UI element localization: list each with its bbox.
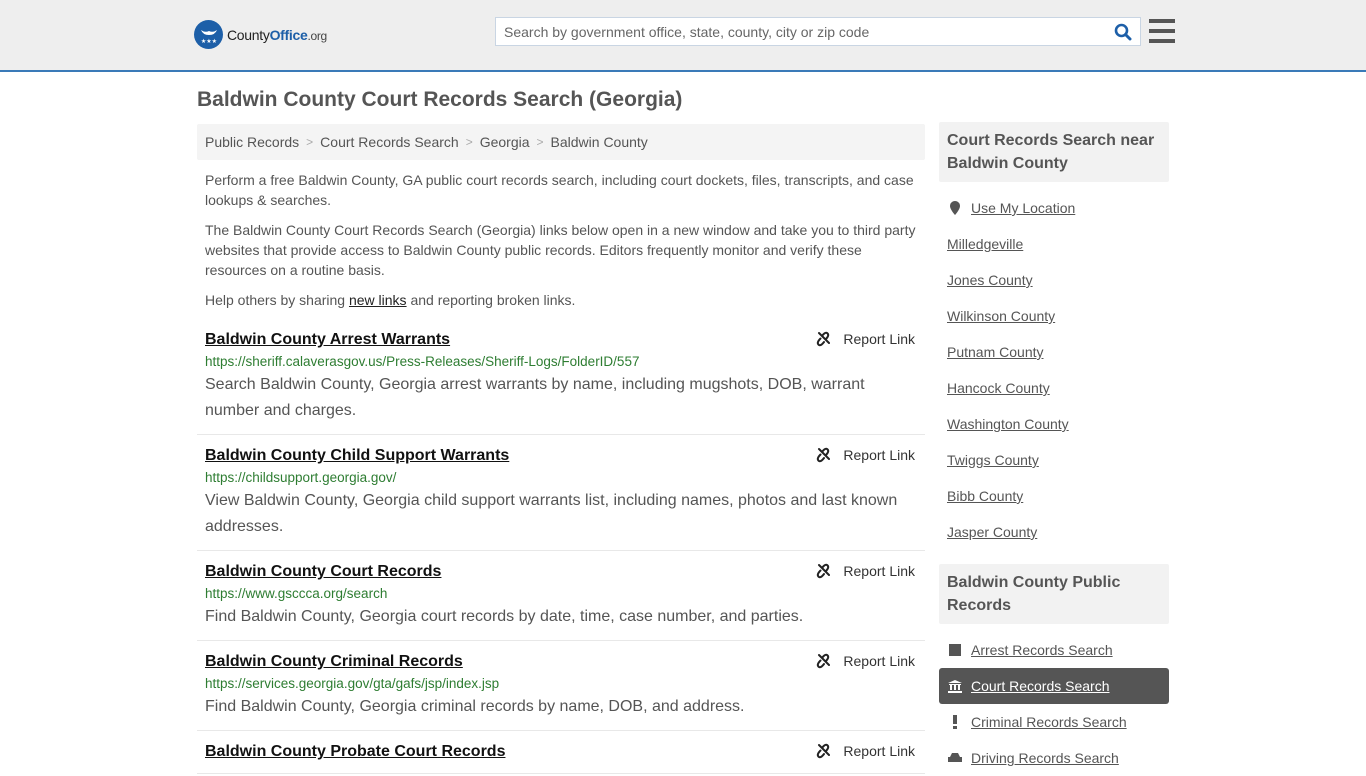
nearby-item-link[interactable]: Jasper County [947, 524, 1037, 540]
nearby-item-link[interactable]: Milledgeville [947, 236, 1023, 252]
intro-paragraph-2: The Baldwin County Court Records Search … [205, 222, 916, 278]
public-records-link[interactable]: Arrest Records Search [971, 642, 1113, 658]
sidebar: Court Records Search near Baldwin County… [939, 122, 1169, 776]
record-title-link[interactable]: Baldwin County Criminal Records [205, 651, 463, 673]
search-bar [495, 17, 1141, 46]
hamburger-menu-icon[interactable] [1149, 19, 1175, 43]
nearby-heading: Court Records Search near Baldwin County [939, 122, 1169, 182]
public-records-link[interactable]: Court Records Search [971, 678, 1110, 694]
nearby-item[interactable]: Wilkinson County [939, 298, 1169, 334]
report-link-button[interactable]: Report Link [815, 331, 915, 347]
site-logo[interactable]: ★★★ CountyOffice.org [194, 20, 327, 49]
square-icon [947, 644, 963, 656]
broken-link-icon [817, 563, 831, 579]
nearby-list: Use My Location Milledgeville Jones Count… [939, 190, 1169, 550]
top-header: ★★★ CountyOffice.org [0, 0, 1366, 72]
use-my-location[interactable]: Use My Location [939, 190, 1169, 226]
public-records-item[interactable]: Arrest Records Search [939, 632, 1169, 668]
breadcrumb: Public Records > Court Records Search > … [197, 124, 925, 160]
breadcrumb-separator: > [536, 135, 544, 149]
exclamation-icon [947, 715, 963, 729]
nearby-item[interactable]: Milledgeville [939, 226, 1169, 262]
record-url: https://services.georgia.gov/gta/gafs/js… [205, 676, 500, 691]
logo-text: CountyOffice.org [227, 26, 327, 43]
report-link-button[interactable]: Report Link [815, 447, 915, 463]
broken-link-icon [817, 331, 831, 347]
nearby-item-link[interactable]: Hancock County [947, 380, 1050, 396]
report-link-button[interactable]: Report Link [815, 743, 915, 759]
record-item: Baldwin County Arrest Warrants Report Li… [197, 325, 925, 435]
map-pin-icon [947, 201, 963, 215]
nearby-item[interactable]: Twiggs County [939, 442, 1169, 478]
breadcrumb-separator: > [465, 135, 473, 149]
courthouse-icon [947, 679, 963, 693]
main-content: Public Records > Court Records Search > … [197, 124, 925, 774]
page-title: Baldwin County Court Records Search (Geo… [197, 88, 683, 111]
public-records-list: Arrest Records Search Court Records Searc… [939, 632, 1169, 776]
nearby-item-link[interactable]: Wilkinson County [947, 308, 1055, 324]
nearby-item-link[interactable]: Washington County [947, 416, 1069, 432]
record-item: Baldwin County Court Records Report Link… [197, 551, 925, 641]
report-link-label: Report Link [843, 447, 915, 463]
report-link-button[interactable]: Report Link [815, 653, 915, 669]
record-url: https://sheriff.calaverasgov.us/Press-Re… [205, 354, 640, 369]
search-icon [1114, 23, 1132, 40]
report-link-label: Report Link [843, 743, 915, 759]
record-title-link[interactable]: Baldwin County Court Records [205, 561, 441, 583]
record-item: Baldwin County Criminal Records Report L… [197, 641, 925, 731]
record-url: https://childsupport.georgia.gov/ [205, 470, 397, 485]
intro-paragraph-1: Perform a free Baldwin County, GA public… [205, 172, 914, 208]
nearby-item[interactable]: Bibb County [939, 478, 1169, 514]
broken-link-icon [817, 743, 831, 759]
record-url: https://www.gsccca.org/search [205, 586, 388, 601]
nearby-item[interactable]: Jones County [939, 262, 1169, 298]
report-link-label: Report Link [843, 331, 915, 347]
record-title-link[interactable]: Baldwin County Arrest Warrants [205, 329, 450, 351]
record-item: Baldwin County Child Support Warrants Re… [197, 435, 925, 551]
records-list: Baldwin County Arrest Warrants Report Li… [197, 325, 925, 774]
search-button[interactable] [1106, 18, 1140, 45]
public-records-item[interactable]: Driving Records Search [939, 740, 1169, 776]
nearby-item-link[interactable]: Jones County [947, 272, 1033, 288]
intro-text: Perform a free Baldwin County, GA public… [197, 170, 925, 310]
nearby-item[interactable]: Putnam County [939, 334, 1169, 370]
intro-paragraph-3: Help others by sharing new links and rep… [205, 292, 576, 308]
breadcrumb-georgia[interactable]: Georgia [480, 134, 530, 150]
svg-text:★★★: ★★★ [200, 38, 216, 45]
nearby-item-link[interactable]: Bibb County [947, 488, 1023, 504]
eagle-logo-icon: ★★★ [194, 20, 223, 49]
breadcrumb-court-records-search[interactable]: Court Records Search [320, 134, 459, 150]
report-link-label: Report Link [843, 563, 915, 579]
public-records-item[interactable]: Criminal Records Search [939, 704, 1169, 740]
broken-link-icon [817, 447, 831, 463]
record-description: Find Baldwin County, Georgia court recor… [205, 608, 804, 625]
record-title-link[interactable]: Baldwin County Child Support Warrants [205, 445, 509, 467]
nearby-item-link[interactable]: Putnam County [947, 344, 1044, 360]
public-records-heading: Baldwin County Public Records [939, 564, 1169, 624]
public-records-link[interactable]: Driving Records Search [971, 750, 1119, 766]
breadcrumb-public-records[interactable]: Public Records [205, 134, 299, 150]
breadcrumb-baldwin-county[interactable]: Baldwin County [551, 134, 648, 150]
search-input[interactable] [496, 18, 1106, 45]
nearby-item[interactable]: Jasper County [939, 514, 1169, 550]
breadcrumb-separator: > [306, 135, 314, 149]
record-description: Search Baldwin County, Georgia arrest wa… [205, 376, 865, 419]
nearby-item-link[interactable]: Twiggs County [947, 452, 1039, 468]
public-records-item[interactable]: Court Records Search [939, 668, 1169, 704]
record-description: Find Baldwin County, Georgia criminal re… [205, 698, 745, 715]
nearby-item[interactable]: Hancock County [939, 370, 1169, 406]
report-link-label: Report Link [843, 653, 915, 669]
public-records-link[interactable]: Criminal Records Search [971, 714, 1127, 730]
car-icon [947, 752, 963, 764]
record-title-link[interactable]: Baldwin County Probate Court Records [205, 741, 505, 763]
nearby-item[interactable]: Washington County [939, 406, 1169, 442]
new-links-link[interactable]: new links [349, 292, 407, 308]
report-link-button[interactable]: Report Link [815, 563, 915, 579]
broken-link-icon [817, 653, 831, 669]
record-description: View Baldwin County, Georgia child suppo… [205, 492, 898, 535]
